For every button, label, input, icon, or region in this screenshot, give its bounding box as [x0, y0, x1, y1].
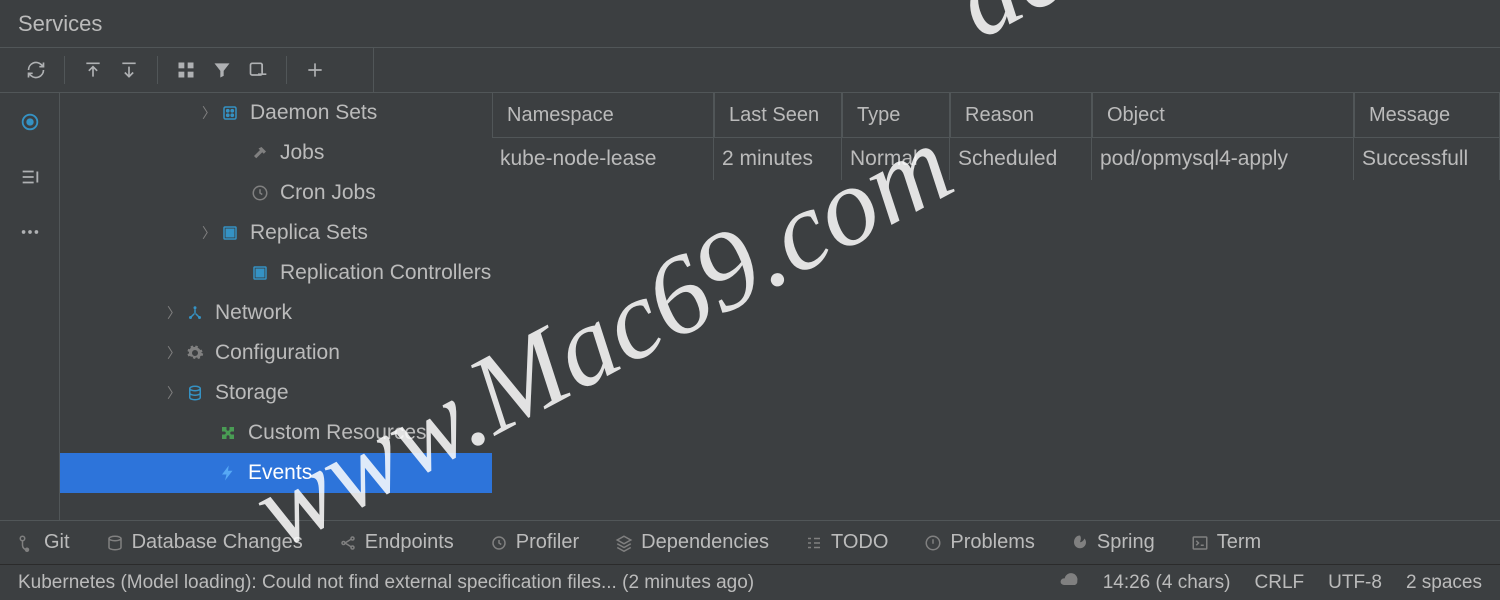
events-table: Namespace Last Seen Type Reason Object M…: [492, 93, 1500, 520]
col-namespace[interactable]: Namespace: [492, 93, 714, 138]
profiler-tab[interactable]: Profiler: [490, 531, 579, 554]
chevron-right-icon: 〉: [200, 103, 218, 123]
indent-setting[interactable]: 2 spaces: [1406, 572, 1482, 594]
expand-all-button[interactable]: [75, 52, 111, 88]
db-icon: [183, 384, 207, 402]
grid-icon: [248, 264, 272, 282]
col-reason[interactable]: Reason: [950, 93, 1092, 138]
tree-item-label: Jobs: [280, 141, 324, 165]
todo-tab[interactable]: TODO: [805, 531, 888, 554]
cursor-position[interactable]: 14:26 (4 chars): [1103, 572, 1231, 594]
tree-item-label: Storage: [215, 381, 289, 405]
col-message[interactable]: Message: [1354, 93, 1500, 138]
add-service-button[interactable]: [240, 52, 276, 88]
more-icon[interactable]: [19, 221, 41, 248]
target-icon[interactable]: [19, 111, 41, 138]
tree-item-custom-resources[interactable]: Custom Resources: [60, 413, 492, 453]
problems-tab[interactable]: Problems: [924, 531, 1034, 554]
grid-icon: [218, 224, 242, 242]
tree-item-replication-controllers[interactable]: Replication Controllers: [60, 253, 492, 293]
hammer-icon: [248, 144, 272, 162]
network-icon: [183, 304, 207, 322]
cell-reason: Scheduled: [950, 138, 1092, 180]
tree-item-label: Custom Resources: [248, 421, 427, 445]
stack-icon[interactable]: [19, 166, 41, 193]
services-toolbar: [0, 48, 1500, 93]
col-type[interactable]: Type: [842, 93, 950, 138]
spring-tab[interactable]: Spring: [1071, 531, 1155, 554]
chevron-right-icon: 〉: [165, 383, 183, 403]
chevron-right-icon: 〉: [165, 303, 183, 323]
tree-item-storage[interactable]: 〉 Storage: [60, 373, 492, 413]
bolt-icon: [216, 464, 240, 482]
group-by-button[interactable]: [168, 52, 204, 88]
refresh-button[interactable]: [18, 52, 54, 88]
clock-icon: [248, 184, 272, 202]
tree-item-label: Network: [215, 301, 292, 325]
tree-item-label: Replica Sets: [250, 221, 368, 245]
chevron-right-icon: 〉: [200, 223, 218, 243]
bottom-toolbar: Git Database Changes Endpoints Profiler …: [0, 520, 1500, 564]
side-gutter: [0, 93, 60, 520]
gear-icon: [183, 344, 207, 362]
tree-item-label: Events: [248, 461, 312, 485]
col-object[interactable]: Object: [1092, 93, 1354, 138]
panel-title-bar: Services: [0, 0, 1500, 48]
tree-item-label: Daemon Sets: [250, 101, 377, 125]
terminal-tab[interactable]: Term: [1191, 531, 1261, 554]
daemon-icon: [218, 104, 242, 122]
cell-type: Normal: [842, 138, 950, 180]
puzzle-icon: [216, 424, 240, 442]
tree-item-label: Configuration: [215, 341, 340, 365]
line-separator[interactable]: CRLF: [1255, 572, 1305, 594]
collapse-all-button[interactable]: [111, 52, 147, 88]
cell-message: Successfull: [1354, 138, 1500, 180]
tree-item-jobs[interactable]: Jobs: [60, 133, 492, 173]
status-message: Kubernetes (Model loading): Could not fi…: [18, 572, 1035, 594]
table-row[interactable]: kube-node-lease 2 minutes Normal Schedul…: [492, 138, 1500, 180]
cell-object: pod/opmysql4-apply: [1092, 138, 1354, 180]
col-last-seen[interactable]: Last Seen: [714, 93, 842, 138]
tree-item-cron-jobs[interactable]: Cron Jobs: [60, 173, 492, 213]
cell-namespace: kube-node-lease: [492, 138, 714, 180]
tree-item-replica-sets[interactable]: 〉 Replica Sets: [60, 213, 492, 253]
chevron-right-icon: 〉: [165, 343, 183, 363]
git-tab[interactable]: Git: [18, 531, 70, 554]
tree-panel: 〉 Daemon Sets Jobs Cron Jobs 〉 Replica Sets Re…: [60, 93, 492, 520]
status-bar: Kubernetes (Model loading): Could not fi…: [0, 564, 1500, 600]
dependencies-tab[interactable]: Dependencies: [615, 531, 769, 554]
tree-item-configuration[interactable]: 〉 Configuration: [60, 333, 492, 373]
endpoints-tab[interactable]: Endpoints: [339, 531, 454, 554]
tree-item-network[interactable]: 〉 Network: [60, 293, 492, 333]
panel-title: Services: [18, 11, 102, 37]
tree-item-label: Cron Jobs: [280, 181, 376, 205]
tree-item-label: Replication Controllers: [280, 261, 491, 285]
add-button[interactable]: [297, 52, 333, 88]
filter-button[interactable]: [204, 52, 240, 88]
database-changes-tab[interactable]: Database Changes: [106, 531, 303, 554]
tree-item-events[interactable]: Events: [60, 453, 492, 493]
tree-item-daemon-sets[interactable]: 〉 Daemon Sets: [60, 93, 492, 133]
cloud-icon[interactable]: [1059, 570, 1079, 596]
file-encoding[interactable]: UTF-8: [1328, 572, 1382, 594]
cell-last-seen: 2 minutes: [714, 138, 842, 180]
